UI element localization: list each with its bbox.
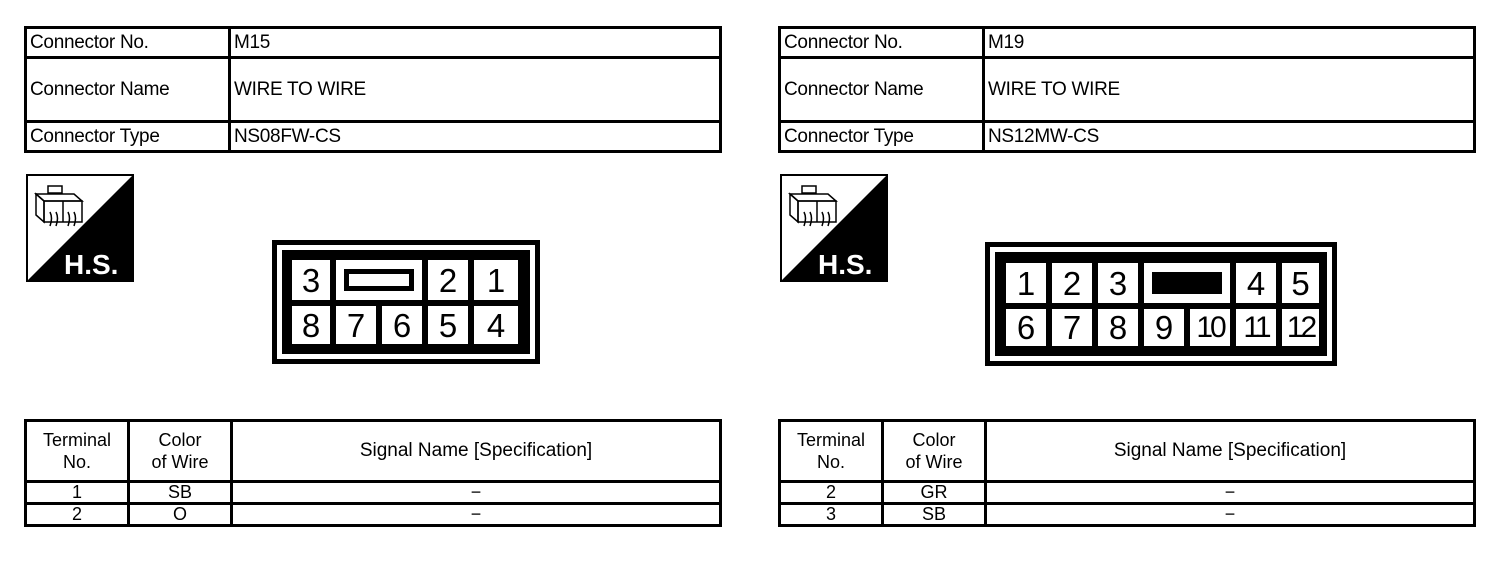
connector-face-diagram-m15: 3 2 1 8 7 6 5 4 (272, 240, 540, 364)
hs-label: H.S. (818, 249, 872, 280)
wire-color-cell: SB (127, 480, 233, 505)
terminal-no-cell: 2 (24, 502, 130, 527)
wire-color-cell: O (127, 502, 233, 527)
connector-panel-m15: Connector No. M15 Connector Name WIRE TO… (24, 0, 734, 574)
connector-info-table: Connector No. M15 Connector Name WIRE TO… (24, 26, 722, 153)
connector-type-value: NS12MW-CS (982, 120, 1476, 153)
terminal-no-cell: 2 (778, 480, 884, 505)
terminal-cavity: 11 (1236, 309, 1276, 346)
terminal-cavity: 1 (474, 260, 518, 300)
terminal-cavity: 8 (292, 306, 330, 344)
terminal-cavity: 5 (428, 306, 468, 344)
connector-name-value: WIRE TO WIRE (982, 56, 1476, 123)
header-color-of-wire: Color of Wire (127, 419, 233, 483)
connector-key-solid (1144, 263, 1230, 303)
header-signal-name: Signal Name [Specification] (230, 419, 722, 483)
terminal-cavity: 2 (1052, 263, 1092, 303)
connector-type-value: NS08FW-CS (228, 120, 722, 153)
terminal-cavity: 12 (1282, 309, 1319, 346)
header-terminal-no: Terminal No. (24, 419, 130, 483)
terminal-cavity: 7 (336, 306, 376, 344)
terminal-table: Terminal No. Color of Wire Signal Name [… (24, 419, 722, 527)
connector-panel-m19: Connector No. M19 Connector Name WIRE TO… (778, 0, 1488, 574)
terminal-cavity: 4 (474, 306, 518, 344)
terminal-cavity: 5 (1282, 263, 1319, 303)
terminal-cavity: 7 (1052, 309, 1092, 346)
signal-name-cell: − (984, 480, 1476, 505)
terminal-cavity: 1 (1006, 263, 1046, 303)
header-color-of-wire: Color of Wire (881, 419, 987, 483)
header-terminal-no: Terminal No. (778, 419, 884, 483)
terminal-table-header: Terminal No. Color of Wire Signal Name [… (778, 419, 1476, 483)
terminal-cavity: 3 (292, 260, 330, 300)
terminal-cavity: 3 (1098, 263, 1138, 303)
terminal-cavity: 8 (1098, 309, 1138, 346)
connector-type-label: Connector Type (24, 120, 231, 153)
connector-name-value: WIRE TO WIRE (228, 56, 722, 123)
wire-color-cell: GR (881, 480, 987, 505)
terminal-cavity: 6 (382, 306, 422, 344)
table-row: 1 SB − (24, 480, 722, 505)
terminal-cavity: 4 (1236, 263, 1276, 303)
signal-name-cell: − (230, 480, 722, 505)
table-row: 2 O − (24, 502, 722, 527)
terminal-table: Terminal No. Color of Wire Signal Name [… (778, 419, 1476, 527)
terminal-no-cell: 3 (778, 502, 884, 527)
terminal-cavity: 6 (1006, 309, 1046, 346)
hs-label: H.S. (64, 249, 118, 280)
connector-info-table: Connector No. M19 Connector Name WIRE TO… (778, 26, 1476, 153)
signal-name-cell: − (984, 502, 1476, 527)
wire-color-cell: SB (881, 502, 987, 527)
terminal-cavity: 9 (1144, 309, 1184, 346)
connector-key-hollow (336, 260, 422, 300)
header-signal-name: Signal Name [Specification] (984, 419, 1476, 483)
harness-side-icon: H.S. (780, 174, 888, 282)
harness-side-icon: H.S. (26, 174, 134, 282)
connector-name-label: Connector Name (778, 56, 985, 123)
connector-face-diagram-m19: 1 2 3 4 5 6 7 8 9 10 11 12 (985, 242, 1337, 366)
terminal-cavity: 2 (428, 260, 468, 300)
table-row: 2 GR − (778, 480, 1476, 505)
connector-no-value: M19 (982, 26, 1476, 59)
connector-no-value: M15 (228, 26, 722, 59)
signal-name-cell: − (230, 502, 722, 527)
terminal-no-cell: 1 (24, 480, 130, 505)
table-row: 3 SB − (778, 502, 1476, 527)
connector-no-label: Connector No. (24, 26, 231, 59)
connector-type-label: Connector Type (778, 120, 985, 153)
connector-name-label: Connector Name (24, 56, 231, 123)
connector-no-label: Connector No. (778, 26, 985, 59)
terminal-table-header: Terminal No. Color of Wire Signal Name [… (24, 419, 722, 483)
terminal-cavity: 10 (1190, 309, 1230, 346)
